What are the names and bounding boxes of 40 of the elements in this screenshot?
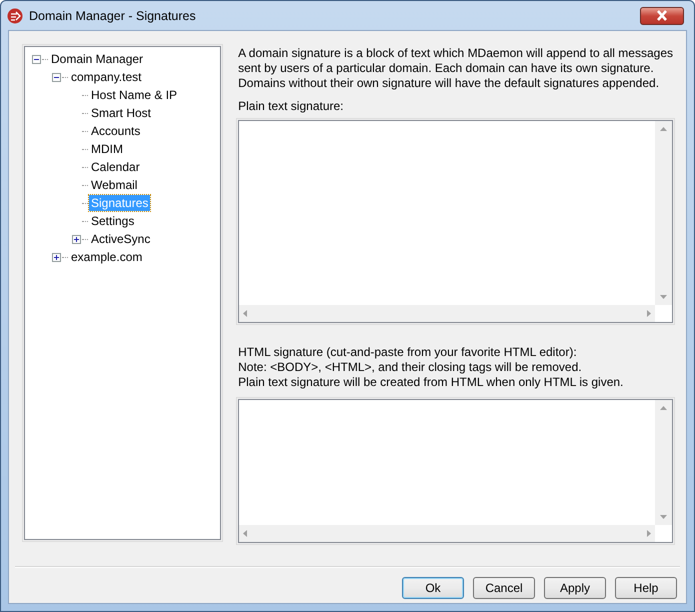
close-icon — [655, 10, 669, 21]
scroll-left-icon[interactable] — [243, 530, 248, 537]
scroll-right-icon[interactable] — [647, 530, 651, 537]
expander-icon[interactable] — [52, 72, 61, 82]
tree-item[interactable]: Host Name & IP — [89, 87, 180, 103]
window-title: Domain Manager - Signatures — [29, 8, 197, 22]
tree-item[interactable]: Smart Host — [89, 105, 154, 121]
expander-icon[interactable] — [32, 54, 41, 64]
scroll-up-icon[interactable] — [660, 127, 667, 131]
scroll-left-icon[interactable] — [243, 310, 248, 317]
tree-item[interactable]: Settings — [89, 213, 136, 229]
tree-item[interactable]: Domain Manager — [49, 51, 146, 67]
dialog-button[interactable]: Cancel — [473, 577, 535, 599]
tree-item[interactable]: company.test — [69, 69, 144, 85]
tree-item[interactable]: Accounts — [89, 123, 142, 139]
text-area[interactable] — [238, 399, 673, 543]
tree-item[interactable]: Calendar — [89, 159, 142, 175]
field-label: Plain text signature: — [238, 99, 345, 113]
tree-item[interactable]: MDIM — [89, 141, 125, 157]
text-area[interactable] — [238, 120, 673, 323]
tree-item[interactable]: Webmail — [89, 177, 140, 193]
vertical-scrollbar[interactable] — [655, 121, 672, 305]
expander-icon[interactable] — [52, 252, 61, 262]
scroll-down-icon[interactable] — [660, 515, 667, 519]
scroll-down-icon[interactable] — [660, 295, 667, 299]
dialog-button[interactable]: Apply — [544, 577, 606, 599]
tree-item[interactable]: ActiveSync — [89, 231, 152, 247]
horizontal-scrollbar[interactable] — [239, 525, 655, 542]
scroll-up-icon[interactable] — [660, 406, 667, 410]
dialog-button[interactable]: Help — [615, 577, 677, 599]
expander-icon[interactable] — [72, 234, 81, 244]
horizontal-scrollbar[interactable] — [239, 305, 655, 322]
close-button[interactable] — [640, 6, 684, 24]
tree-item[interactable]: example.com — [69, 249, 144, 265]
description-text: A domain signature is a block of text which MDaemon will append to all messages sent by users of a particular domain. Each domain can have its own signature. Domains without their own signature will have the default signatures appended. — [238, 46, 673, 91]
dialog-button[interactable]: Ok — [402, 577, 464, 599]
app-logo-icon — [7, 8, 23, 24]
vertical-scrollbar[interactable] — [655, 400, 672, 525]
scroll-right-icon[interactable] — [647, 310, 651, 317]
field-label: HTML signature (cut-and-paste from your favorite HTML editor): Note: <BODY>, <HTML>, and their closing tags will be removed. Plain text signature will be created from HTML when only HTML is given. — [238, 345, 624, 390]
